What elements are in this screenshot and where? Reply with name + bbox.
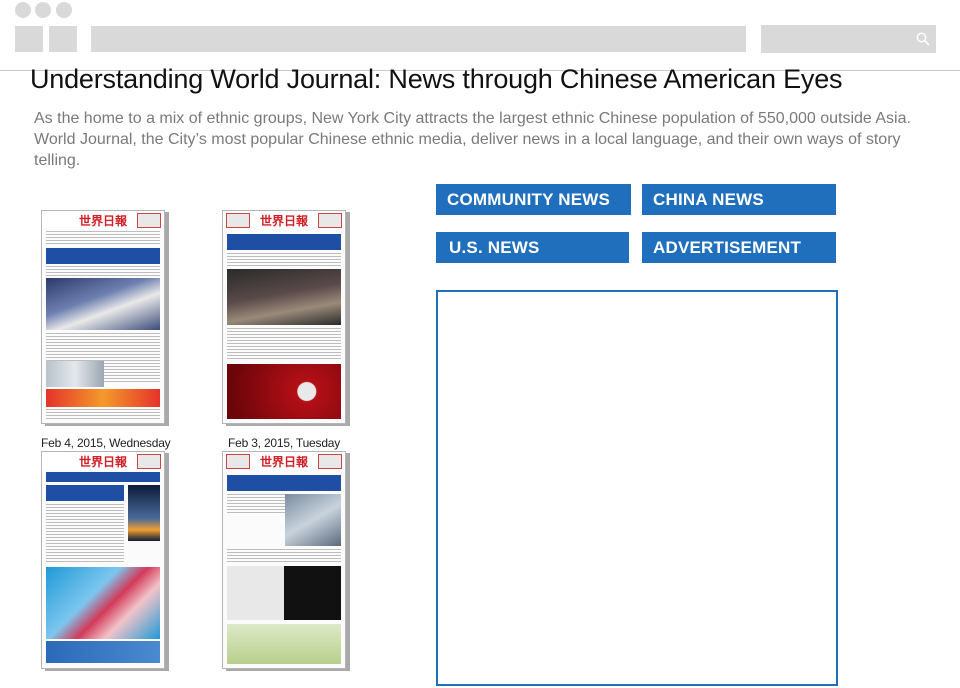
- intro-paragraph: As the home to a mix of ethnic groups, N…: [34, 110, 911, 169]
- paper-date-feb3: Feb 3, 2015, Tuesday: [228, 436, 341, 450]
- browser-chrome: [0, 0, 960, 71]
- ad-photo: [227, 566, 341, 620]
- content-panel: [436, 290, 838, 686]
- window-close-dot[interactable]: [15, 2, 31, 18]
- ad-banner: [46, 389, 160, 407]
- tab-us-news[interactable]: U.S. NEWS: [436, 232, 629, 263]
- ad-photo: [227, 364, 341, 419]
- tab-community-news[interactable]: COMMUNITY NEWS: [436, 184, 631, 215]
- headline-bar: [227, 234, 341, 250]
- news-photo: [46, 278, 160, 330]
- window-minimize-dot[interactable]: [35, 2, 51, 18]
- masthead-title: 世界日報: [78, 455, 128, 469]
- headline-bar: [46, 485, 124, 501]
- tab-china-news[interactable]: CHINA NEWS: [642, 184, 836, 215]
- masthead-title: 世界日報: [78, 214, 128, 228]
- page-title: Understanding World Journal: News throug…: [30, 64, 843, 94]
- search-icon[interactable]: [916, 32, 930, 46]
- news-photo: [285, 494, 341, 546]
- search-input[interactable]: [761, 25, 936, 53]
- ad-banner: [227, 624, 341, 664]
- news-photo: [227, 269, 341, 325]
- address-bar[interactable]: [91, 26, 746, 52]
- tab-advertisement[interactable]: ADVERTISEMENT: [642, 232, 836, 263]
- headline-bar: [227, 475, 341, 491]
- masthead-title: 世界日報: [259, 214, 309, 228]
- headline-bar: [46, 248, 160, 264]
- ad-photo: [46, 567, 160, 639]
- masthead-title: 世界日報: [259, 455, 309, 469]
- paper-date-feb4: Feb 4, 2015, Wednesday: [41, 436, 171, 450]
- back-button[interactable]: [15, 26, 43, 52]
- news-photo: [128, 485, 160, 541]
- window-zoom-dot[interactable]: [56, 2, 72, 18]
- forward-button[interactable]: [49, 26, 77, 52]
